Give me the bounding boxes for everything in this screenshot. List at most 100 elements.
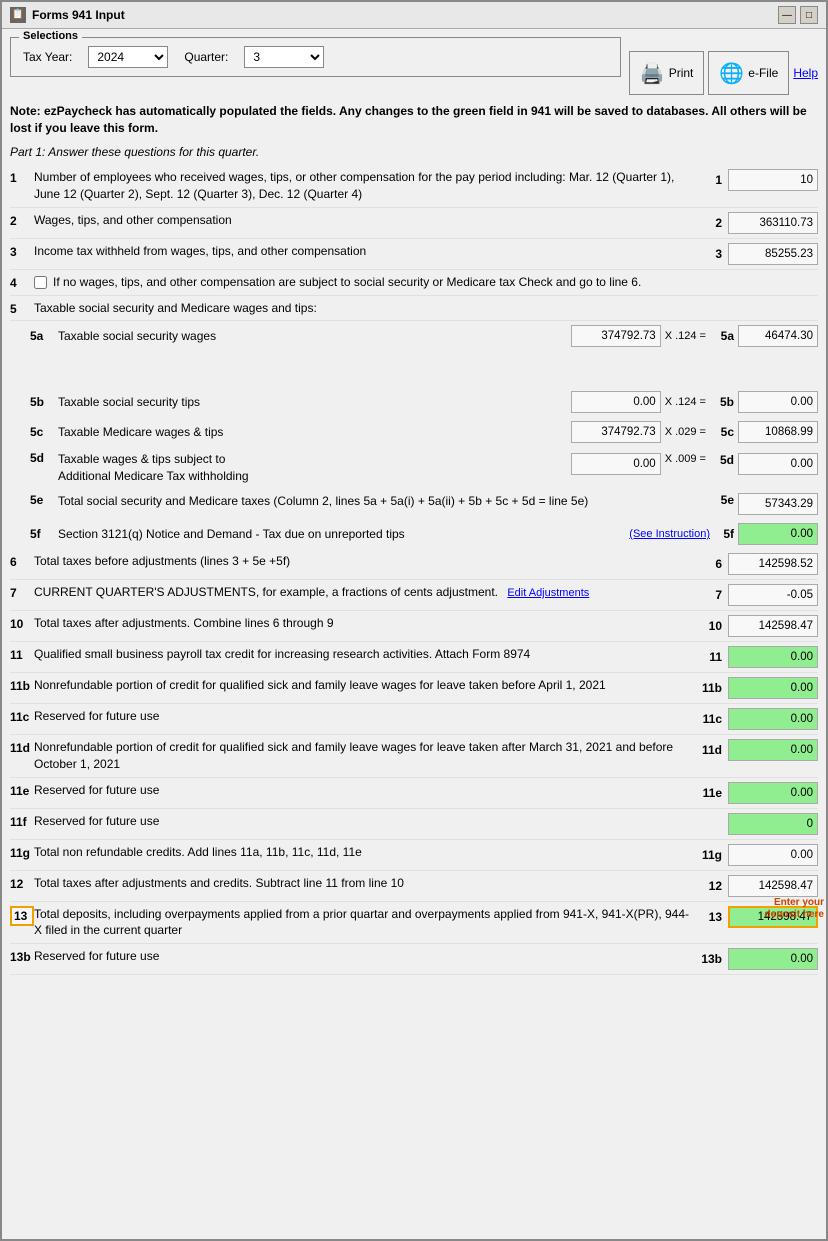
field-5d-input[interactable] xyxy=(571,453,661,475)
row-4-checkbox[interactable] xyxy=(34,276,47,289)
print-button[interactable]: 🖨️ Print xyxy=(629,51,705,95)
field-1[interactable] xyxy=(728,169,818,191)
print-label: Print xyxy=(669,66,694,80)
row-description: Wages, tips, and other compensation xyxy=(34,212,698,229)
row-description: CURRENT QUARTER'S ADJUSTMENTS, for examp… xyxy=(34,584,698,601)
table-row: 6 Total taxes before adjustments (lines … xyxy=(10,549,818,580)
main-window: 📋 Forms 941 Input — □ Selections Tax Yea… xyxy=(0,0,828,1241)
sub-row-desc: Section 3121(q) Notice and Demand - Tax … xyxy=(58,526,625,543)
sub-row-desc: Total social security and Medicare taxes… xyxy=(58,493,710,510)
field-5c-result[interactable] xyxy=(738,421,818,443)
row-description: Total taxes after adjustments and credit… xyxy=(34,875,698,892)
multiplier-5c: X .029 = xyxy=(665,426,706,438)
row-number: 12 xyxy=(10,875,34,891)
table-row: 11f Reserved for future use xyxy=(10,809,818,840)
edit-adjustments-link[interactable]: Edit Adjustments xyxy=(507,587,589,599)
row-field-area: 11 xyxy=(698,646,818,668)
field-10[interactable] xyxy=(728,615,818,637)
field-11b[interactable] xyxy=(728,677,818,699)
row-4-desc: If no wages, tips, and other compensatio… xyxy=(53,274,641,291)
multiplier-5a: X .124 = xyxy=(665,330,706,342)
field-11d[interactable] xyxy=(728,739,818,761)
row-number: 2 xyxy=(10,212,34,228)
table-row: 11d Nonrefundable portion of credit for … xyxy=(10,735,818,778)
table-row: 11g Total non refundable credits. Add li… xyxy=(10,840,818,871)
efile-button[interactable]: 🌐 e-File xyxy=(708,51,789,95)
table-row: 13b Reserved for future use 13b xyxy=(10,944,818,975)
sub-field-num: 5b xyxy=(710,395,734,409)
field-12[interactable] xyxy=(728,875,818,897)
table-row: 11 Qualified small business payroll tax … xyxy=(10,642,818,673)
field-number: 3 xyxy=(698,247,722,261)
field-11c[interactable] xyxy=(728,708,818,730)
sub-row-num: 5f xyxy=(30,527,58,541)
title-bar-left: 📋 Forms 941 Input xyxy=(10,7,125,23)
row-number: 11e xyxy=(10,782,34,798)
field-5d-result[interactable] xyxy=(738,453,818,475)
field-5e-result[interactable] xyxy=(738,493,818,515)
field-11[interactable] xyxy=(728,646,818,668)
field-5b-input[interactable] xyxy=(571,391,661,413)
sub-field-num: 5d xyxy=(710,453,734,467)
list-item: 5f Section 3121(q) Notice and Demand - T… xyxy=(30,519,818,549)
field-5b-result[interactable] xyxy=(738,391,818,413)
field-5c-input[interactable] xyxy=(571,421,661,443)
part1-header: Part 1: Answer these questions for this … xyxy=(10,145,818,159)
globe-icon: 🌐 xyxy=(719,61,744,86)
row-field-area: 11e xyxy=(698,782,818,804)
field-number: 13b xyxy=(698,952,722,966)
selections-group: Selections Tax Year: 2024 2023 2025 Quar… xyxy=(10,37,621,77)
row-number: 1 xyxy=(10,169,34,185)
field-5a-input[interactable] xyxy=(571,325,661,347)
row-description: Total non refundable credits. Add lines … xyxy=(34,844,698,861)
field-number: 1 xyxy=(698,173,722,187)
main-content: Selections Tax Year: 2024 2023 2025 Quar… xyxy=(2,29,826,983)
field-number: 2 xyxy=(698,216,722,230)
list-item: 5e Total social security and Medicare ta… xyxy=(30,489,818,519)
multiplier-5b: X .124 = xyxy=(665,396,706,408)
see-instruction-link[interactable]: (See Instruction) xyxy=(629,528,710,540)
maximize-button[interactable]: □ xyxy=(800,6,818,24)
row-number: 13b xyxy=(10,948,34,964)
field-number: 11e xyxy=(698,786,722,800)
field-number: 11d xyxy=(698,743,722,757)
row-field-area: 3 xyxy=(698,243,818,265)
row-number: 11 xyxy=(10,646,34,662)
row-field-area: 11b xyxy=(698,677,818,699)
list-item: 5b Taxable social security tips X .124 =… xyxy=(30,387,818,417)
row-description: Taxable social security and Medicare wag… xyxy=(34,300,818,317)
row-4-content: If no wages, tips, and other compensatio… xyxy=(34,274,818,291)
sub-rows: 5a Taxable social security wages X .124 … xyxy=(10,321,818,549)
sub-row-num: 5d xyxy=(30,451,58,465)
field-5f-result[interactable] xyxy=(738,523,818,545)
tax-year-select[interactable]: 2024 2023 2025 xyxy=(88,46,168,68)
efile-label: e-File xyxy=(748,66,778,80)
sub-row-desc: Taxable social security wages xyxy=(58,328,571,345)
tax-year-label: Tax Year: xyxy=(23,50,72,64)
field-6[interactable] xyxy=(728,553,818,575)
field-number: 11g xyxy=(698,848,722,862)
minimize-button[interactable]: — xyxy=(778,6,796,24)
field-3[interactable] xyxy=(728,243,818,265)
field-13b[interactable] xyxy=(728,948,818,970)
field-5a-result[interactable] xyxy=(738,325,818,347)
field-2[interactable] xyxy=(728,212,818,234)
row-field-area: 11g xyxy=(698,844,818,866)
help-link[interactable]: Help xyxy=(793,66,818,80)
row-description: Reserved for future use xyxy=(34,948,698,965)
row-number: 11d xyxy=(10,739,34,755)
table-row: 1 Number of employees who received wages… xyxy=(10,165,818,208)
field-7[interactable] xyxy=(728,584,818,606)
sub-row-num: 5c xyxy=(30,425,58,439)
form-body: 1 Number of employees who received wages… xyxy=(10,165,818,975)
row-description: Income tax withheld from wages, tips, an… xyxy=(34,243,698,260)
selections-legend: Selections xyxy=(19,30,82,42)
field-11e[interactable] xyxy=(728,782,818,804)
sub-field-num: 5c xyxy=(710,425,734,439)
quarter-select[interactable]: 3 1 2 4 xyxy=(244,46,324,68)
row-field-area: 7 xyxy=(698,584,818,606)
field-11g[interactable] xyxy=(728,844,818,866)
row-description: Total taxes after adjustments. Combine l… xyxy=(34,615,698,632)
field-11f[interactable] xyxy=(728,813,818,835)
sub-row-desc: Taxable social security tips xyxy=(58,394,571,411)
